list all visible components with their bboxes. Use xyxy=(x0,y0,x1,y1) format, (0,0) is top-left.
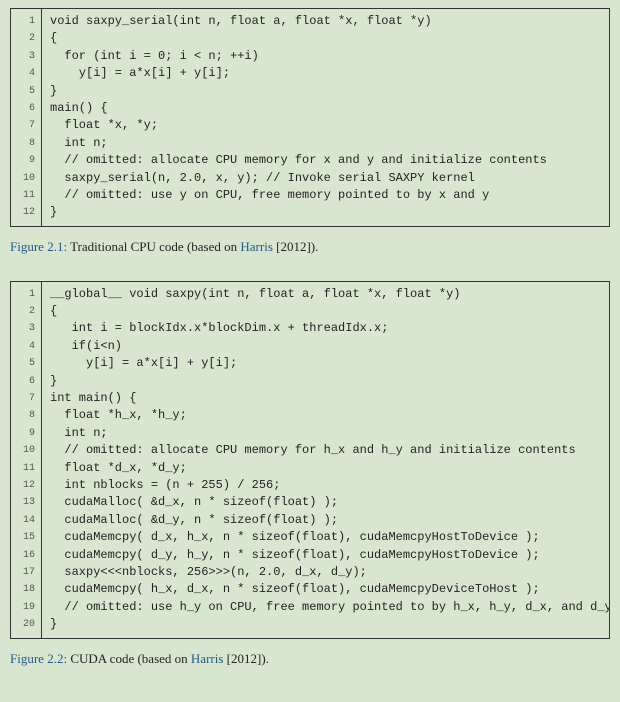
figure-caption-1: Figure 2.1: Traditional CPU code (based … xyxy=(10,239,610,255)
code-body: __global__ void saxpy(int n, float a, fl… xyxy=(42,282,609,638)
figure-caption-2: Figure 2.2: CUDA code (based on Harris [… xyxy=(10,651,610,667)
caption-text: [2012]). xyxy=(273,239,319,254)
figure-label: Figure 2.2: xyxy=(10,651,67,666)
caption-text: Traditional CPU code (based on xyxy=(67,239,240,254)
code-body: void saxpy_serial(int n, float a, float … xyxy=(42,9,609,226)
citation-link[interactable]: Harris xyxy=(240,239,273,254)
figure-label: Figure 2.1: xyxy=(10,239,67,254)
line-gutter: 1234567891011121314151617181920 xyxy=(11,282,42,638)
code-listing-2: 1234567891011121314151617181920 __global… xyxy=(10,281,610,639)
citation-link[interactable]: Harris xyxy=(191,651,224,666)
caption-text: [2012]). xyxy=(223,651,269,666)
code-listing-1: 123456789101112 void saxpy_serial(int n,… xyxy=(10,8,610,227)
line-gutter: 123456789101112 xyxy=(11,9,42,226)
caption-text: CUDA code (based on xyxy=(67,651,191,666)
